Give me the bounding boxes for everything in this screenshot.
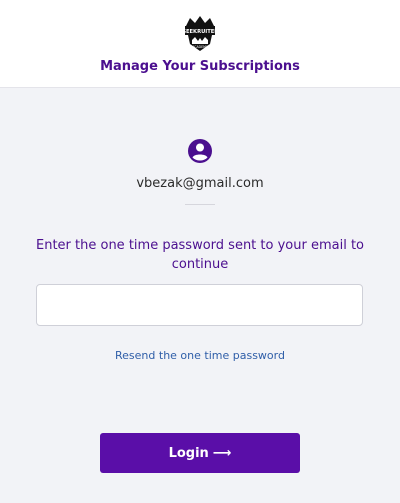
divider [185, 204, 215, 205]
otp-prompt: Enter the one time password sent to your… [36, 238, 364, 272]
login-button[interactable]: Login ⟶ [100, 433, 300, 473]
otp-input[interactable] [36, 284, 363, 326]
user-circle-icon [188, 139, 212, 163]
arrow-right-icon: ⟶ [212, 445, 232, 461]
logo-text: GEEKRUITER [182, 29, 219, 35]
page-header: GEEKRUITER ACADEMY Manage Your Subscript… [0, 0, 400, 88]
page-title: Manage Your Subscriptions [100, 59, 300, 74]
user-email: vbezak@gmail.com [136, 176, 264, 191]
resend-otp-link[interactable]: Resend the one time password [0, 349, 400, 362]
login-button-label: Login [168, 445, 209, 461]
logo-subtext: ACADEMY [192, 45, 208, 49]
geekruiter-logo-icon: GEEKRUITER ACADEMY [182, 16, 219, 51]
